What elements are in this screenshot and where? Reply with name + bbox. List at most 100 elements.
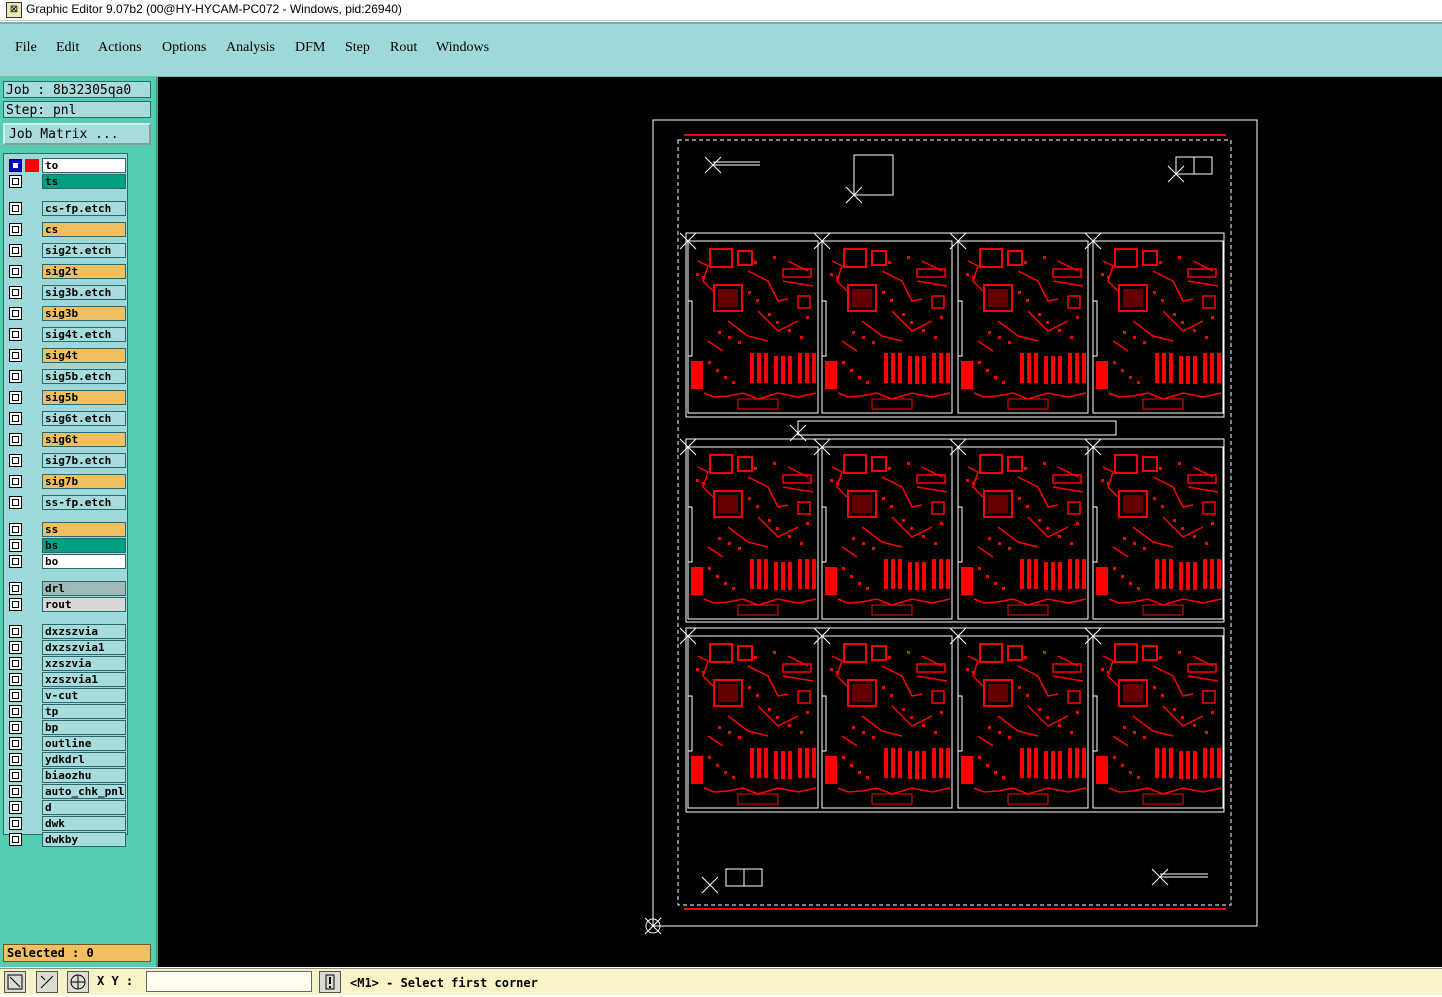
layer-name[interactable]: sig4t.etch (42, 327, 126, 342)
layer-checkbox[interactable] (9, 391, 22, 404)
menu-windows[interactable]: Windows (436, 40, 489, 56)
layer-row-rout[interactable]: rout (7, 597, 127, 612)
layer-name[interactable]: to (42, 158, 126, 173)
layer-row-sig3b.etch[interactable]: sig3b.etch (7, 285, 127, 300)
layer-row-ts[interactable]: ts (7, 174, 127, 189)
layer-row-bo[interactable]: bo (7, 554, 127, 569)
layer-checkbox[interactable] (9, 265, 22, 278)
layer-row-xzszvia[interactable]: xzszvia (7, 656, 127, 671)
layer-checkbox[interactable] (9, 625, 22, 638)
layer-row-bs[interactable]: bs (7, 538, 127, 553)
layer-name[interactable]: dxzszvia (42, 624, 126, 639)
layer-name[interactable]: sig5b (42, 390, 126, 405)
layer-name[interactable]: dxzszvia1 (42, 640, 126, 655)
layer-checkbox[interactable] (9, 641, 22, 654)
layer-row-sig4t.etch[interactable]: sig4t.etch (7, 327, 127, 342)
layer-name[interactable]: sig7b (42, 474, 126, 489)
layer-name[interactable]: auto_chk_pnl (42, 784, 126, 799)
layer-name[interactable]: ts (42, 174, 126, 189)
layer-row-outline[interactable]: outline (7, 736, 127, 751)
layer-checkbox[interactable] (9, 817, 22, 830)
layer-list[interactable]: to ts cs-fp.etch cs sig2t.etch sig2t sig3b.etc… (3, 153, 128, 847)
menu-step[interactable]: Step (345, 40, 370, 56)
layer-checkbox[interactable] (9, 349, 22, 362)
layer-name[interactable]: bp (42, 720, 126, 735)
layer-checkbox[interactable] (9, 370, 22, 383)
layer-checkbox[interactable] (9, 598, 22, 611)
layer-row-d[interactable]: d (7, 800, 127, 815)
layer-row-ydkdrl[interactable]: ydkdrl (7, 752, 127, 767)
layer-name[interactable]: xzszvia1 (42, 672, 126, 687)
graphic-canvas[interactable] (158, 77, 1442, 967)
layer-checkbox[interactable] (9, 412, 22, 425)
layer-row-dwk[interactable]: dwk (7, 816, 127, 831)
layer-checkbox[interactable] (9, 753, 22, 766)
layer-row-dxzszvia[interactable]: dxzszvia (7, 624, 127, 639)
layer-row-sig4t[interactable]: sig4t (7, 348, 127, 363)
layer-checkbox[interactable] (9, 244, 22, 257)
measure-icon[interactable] (36, 971, 58, 993)
layer-name[interactable]: bs (42, 538, 126, 553)
layer-row-biaozhu[interactable]: biaozhu (7, 768, 127, 783)
menu-file[interactable]: File (15, 40, 37, 56)
layer-row-sig6t.etch[interactable]: sig6t.etch (7, 411, 127, 426)
layer-row-v-cut[interactable]: v-cut (7, 688, 127, 703)
layer-row-tp[interactable]: tp (7, 704, 127, 719)
layer-checkbox[interactable] (9, 785, 22, 798)
layer-name[interactable]: ss (42, 522, 126, 537)
layer-row-drl[interactable]: drl (7, 581, 127, 596)
layer-checkbox[interactable] (9, 737, 22, 750)
layer-name[interactable]: cs (42, 222, 126, 237)
layer-row-ss[interactable]: ss (7, 522, 127, 537)
layer-name[interactable]: cs-fp.etch (42, 201, 126, 216)
layer-checkbox[interactable] (9, 454, 22, 467)
layer-name[interactable]: tp (42, 704, 126, 719)
layer-row-cs-fp.etch[interactable]: cs-fp.etch (7, 201, 127, 216)
layer-name[interactable]: dwkby (42, 832, 126, 847)
layer-checkbox[interactable] (9, 582, 22, 595)
layer-checkbox[interactable] (9, 433, 22, 446)
layer-name[interactable]: d (42, 800, 126, 815)
layer-checkbox[interactable] (9, 539, 22, 552)
layer-checkbox[interactable] (9, 175, 22, 188)
layer-name[interactable]: ss-fp.etch (42, 495, 126, 510)
layer-name[interactable]: sig3b (42, 306, 126, 321)
layer-row-ss-fp.etch[interactable]: ss-fp.etch (7, 495, 127, 510)
layer-row-sig5b[interactable]: sig5b (7, 390, 127, 405)
layer-checkbox[interactable] (9, 673, 22, 686)
layer-name[interactable]: biaozhu (42, 768, 126, 783)
layer-name[interactable]: sig5b.etch (42, 369, 126, 384)
grid-snap-icon[interactable] (67, 971, 89, 993)
layer-checkbox[interactable] (9, 833, 22, 846)
layer-name[interactable]: sig4t (42, 348, 126, 363)
layer-name[interactable]: sig6t (42, 432, 126, 447)
layer-row-to[interactable]: to (7, 158, 127, 173)
layer-name[interactable]: xzszvia (42, 656, 126, 671)
menu-rout[interactable]: Rout (390, 40, 417, 56)
layer-row-bp[interactable]: bp (7, 720, 127, 735)
layer-name[interactable]: sig6t.etch (42, 411, 126, 426)
zoom-window-icon[interactable] (4, 971, 26, 993)
layer-checkbox[interactable] (9, 657, 22, 670)
layer-name[interactable]: ydkdrl (42, 752, 126, 767)
layer-checkbox[interactable] (9, 689, 22, 702)
layer-row-cs[interactable]: cs (7, 222, 127, 237)
layer-name[interactable]: outline (42, 736, 126, 751)
layer-row-sig2t.etch[interactable]: sig2t.etch (7, 243, 127, 258)
layer-checkbox[interactable] (9, 328, 22, 341)
layer-name[interactable]: sig2t (42, 264, 126, 279)
layer-row-sig7b.etch[interactable]: sig7b.etch (7, 453, 127, 468)
menu-actions[interactable]: Actions (98, 40, 142, 56)
layer-checkbox[interactable] (9, 705, 22, 718)
menu-options[interactable]: Options (162, 40, 206, 56)
layer-checkbox[interactable] (9, 223, 22, 236)
menu-dfm[interactable]: DFM (295, 40, 325, 56)
layer-name[interactable]: sig3b.etch (42, 285, 126, 300)
layer-checkbox[interactable] (9, 555, 22, 568)
alert-icon[interactable] (319, 971, 341, 993)
layer-checkbox[interactable] (9, 202, 22, 215)
layer-row-sig2t[interactable]: sig2t (7, 264, 127, 279)
layer-checkbox[interactable] (9, 307, 22, 320)
layer-name[interactable]: sig2t.etch (42, 243, 126, 258)
layer-checkbox[interactable] (9, 769, 22, 782)
